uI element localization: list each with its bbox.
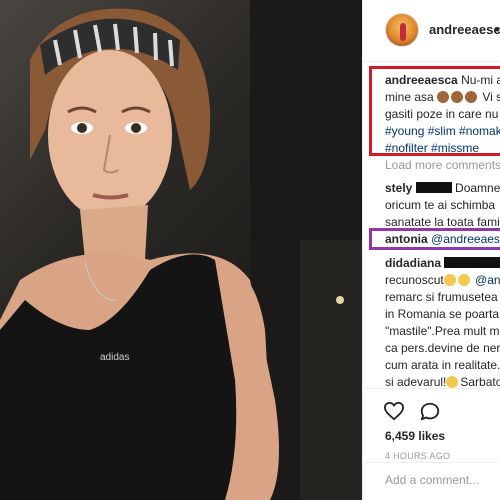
monkey-emoji-icon (465, 91, 478, 103)
background-door (300, 240, 362, 500)
monkey-emoji-icon (451, 91, 464, 103)
comment-line: recunoscut @an (385, 272, 500, 289)
heart-icon[interactable] (383, 401, 405, 421)
comment-author[interactable]: didadiana (385, 256, 441, 270)
caption-line1: Nu-mi ar (461, 73, 500, 87)
neck (80, 205, 148, 260)
likes-count[interactable]: 6,459 likes (385, 429, 445, 443)
redaction-bar (444, 257, 500, 268)
comment-author[interactable]: stely (385, 181, 412, 195)
mention-link[interactable]: @an (475, 273, 500, 287)
heart-eyes-emoji-icon (443, 274, 456, 286)
monkey-emoji-icon (437, 91, 450, 103)
post-timestamp: 4 HOURS AGO (385, 451, 451, 461)
heart-eyes-emoji-icon (457, 274, 470, 286)
comment-bubble-icon[interactable] (419, 401, 441, 423)
caption-line: mine asa Vi s (385, 89, 500, 106)
username-link[interactable]: andreeaesca (429, 22, 500, 37)
post-panel: andreeaesca • andreeaesca Nu-mi ar mine … (362, 0, 500, 500)
smile-emoji-icon (446, 376, 459, 388)
comment-didadiana: didadiana (385, 255, 500, 272)
add-comment-bar (363, 462, 500, 500)
comment-text: si adevarul! (385, 375, 447, 389)
comment-text: in Romania se poarta s (385, 307, 500, 321)
caption-line3: gasiti poze in care nu v (385, 107, 500, 121)
post-header: andreeaesca • (363, 0, 500, 62)
redaction-bar (415, 182, 452, 193)
portrait-illustration: adidas (0, 0, 362, 500)
caption-line2-end: Vi s (482, 90, 500, 104)
comment-text: ca pers.devine de nere (385, 341, 500, 355)
header-separator: • (495, 22, 500, 37)
caption-line2: mine asa (385, 90, 434, 104)
comment-text: oricum te ai schimba (385, 198, 496, 212)
load-more-comments-link[interactable]: Load more comments (385, 158, 500, 172)
add-comment-input[interactable] (385, 473, 500, 487)
comment-text: remarc si frumusetea n (385, 290, 500, 304)
comment-stely: stely Doamne (385, 180, 500, 197)
avatar[interactable] (385, 13, 419, 47)
background-light (336, 296, 344, 304)
shirt-logo: adidas (100, 352, 129, 363)
comment-text: Sarbato (460, 375, 500, 389)
comment-author[interactable]: antonia (385, 232, 428, 246)
comment-text: Doamne (455, 181, 500, 195)
mention-link[interactable]: @andreeaesca (431, 232, 500, 246)
post-photo: adidas (0, 0, 362, 500)
comment-antonia: antonia @andreeaesca (385, 231, 500, 248)
caption-author[interactable]: andreeaesca (385, 73, 458, 87)
caption-hashtags[interactable]: #nofilter #missme (385, 140, 479, 157)
caption-hashtags[interactable]: #young #slim #nomak (385, 123, 500, 140)
comment-text: cum arata in realitate. (385, 358, 500, 372)
comment-text: recunoscut (385, 273, 444, 287)
comment-text: "mastile".Prea mult ma (385, 324, 500, 338)
caption: andreeaesca Nu-mi ar (385, 72, 500, 89)
